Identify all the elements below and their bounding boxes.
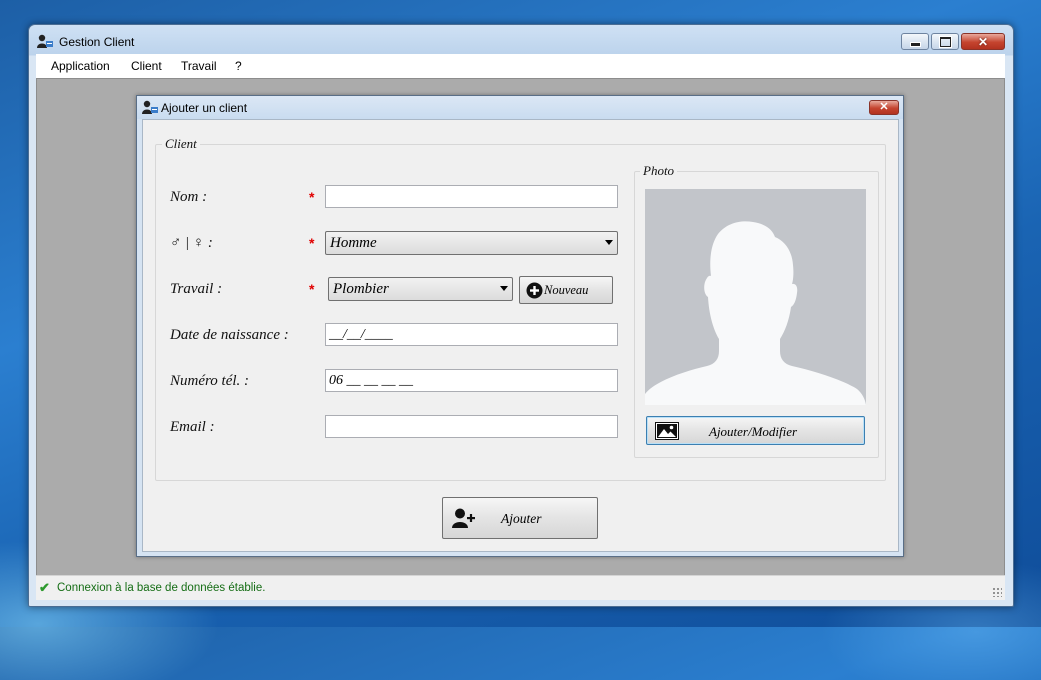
person-silhouette-icon [645,221,866,405]
image-icon [655,422,679,440]
minimize-button[interactable] [901,33,929,50]
plus-circle-icon [526,282,543,299]
photo-add-modify-button[interactable]: Ajouter/Modifier [646,416,865,445]
date-naissance-label: Date de naissance : [170,327,289,343]
dropdown-arrow-icon [500,286,508,291]
maximize-button[interactable] [931,33,959,50]
window-titlebar[interactable]: Gestion Client ✕ [29,25,1013,55]
photo-button-label: Ajouter/Modifier [709,424,798,439]
nom-input[interactable] [325,185,618,208]
ajouter-button-label: Ajouter [501,511,542,526]
window-controls: ✕ [901,33,1005,50]
close-icon: ✕ [879,101,889,113]
status-text: Connexion à la base de données établie. [57,582,266,594]
ajouter-button[interactable]: Ajouter [442,497,598,539]
user-dialog-icon [142,100,158,114]
menu-travail[interactable]: Travail [181,59,217,73]
maximize-icon [939,36,951,47]
required-marker: * [309,235,315,251]
dialog-titlebar[interactable]: Ajouter un client ✕ [137,96,903,119]
required-marker: * [309,281,315,297]
dropdown-arrow-icon [605,240,613,245]
user-app-icon [37,34,53,48]
menu-help[interactable]: ? [235,59,242,73]
travail-label: Travail : [170,281,223,297]
telephone-label: Numéro tél. : [170,373,250,389]
menu-application[interactable]: Application [51,59,110,73]
checkmark-icon: ✔ [39,580,50,595]
nouveau-button-label: Nouveau [544,283,589,297]
required-marker: * [309,189,315,205]
travail-select[interactable]: Plombier [328,277,513,301]
photo-group-label: Photo [640,163,678,179]
menu-bar: Application Client Travail ? [36,54,1005,79]
sexe-select[interactable]: Homme [325,231,618,255]
travail-selected-value: Plombier [333,281,389,297]
sexe-label: ♂ | ♀ : [170,235,213,251]
photo-placeholder [645,189,866,405]
dialog-title: Ajouter un client [161,101,248,115]
resize-grip[interactable] [992,587,1002,597]
window-title: Gestion Client [59,35,135,49]
close-button[interactable]: ✕ [961,33,1005,50]
close-icon: ✕ [977,34,989,49]
status-bar: ✔ Connexion à la base de données établie… [36,575,1005,600]
telephone-input[interactable]: 06 __ __ __ __ [325,369,618,392]
sexe-selected-value: Homme [330,235,377,251]
client-group-label: Client [162,136,200,152]
nouveau-travail-button[interactable]: Nouveau [519,276,613,304]
date-naissance-input[interactable]: __/__/____ [325,323,618,346]
add-user-icon [452,508,475,528]
email-input[interactable] [325,415,618,438]
dialog-close-button[interactable]: ✕ [869,100,899,115]
nom-label: Nom : [170,189,208,205]
email-label: Email : [170,419,215,435]
menu-client[interactable]: Client [131,59,162,73]
minimize-icon [909,42,921,47]
